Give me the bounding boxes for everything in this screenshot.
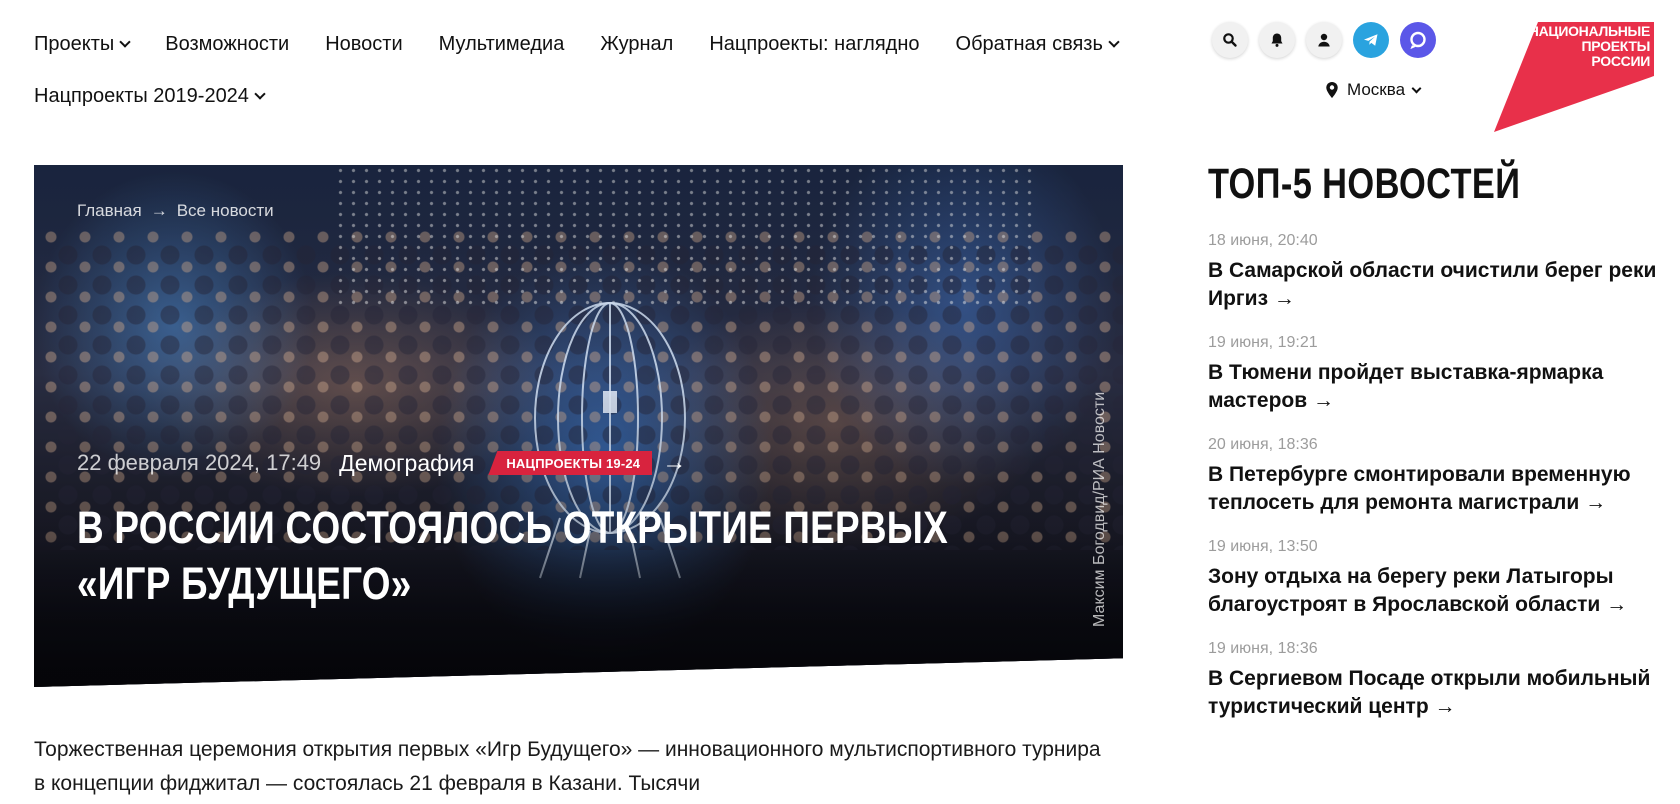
- nav-item-multimedia[interactable]: Мультимедиа: [439, 33, 565, 56]
- city-selector[interactable]: Москва: [1325, 80, 1422, 100]
- nav-item-feedback[interactable]: Обратная связь: [955, 32, 1120, 56]
- news-item[interactable]: 20 июня, 18:36 В Петербурге смонтировали…: [1208, 435, 1658, 517]
- news-title[interactable]: В Петербурге смонтировали временную тепл…: [1208, 461, 1658, 517]
- news-title[interactable]: В Тюмени пройдет выставка-ярмарка мастер…: [1208, 359, 1658, 415]
- breadcrumb: Главная → Все новости: [77, 201, 274, 221]
- news-date: 18 июня, 20:40: [1208, 232, 1318, 249]
- category-link[interactable]: Демография: [339, 450, 474, 477]
- news-date: 19 июня, 19:21: [1208, 334, 1318, 351]
- nav-item-label: Проекты: [34, 32, 115, 55]
- notifications-button[interactable]: [1259, 22, 1295, 58]
- nav-item-news[interactable]: Новости: [325, 33, 402, 56]
- news-item[interactable]: 19 июня, 19:21 В Тюмени пройдет выставка…: [1208, 333, 1658, 415]
- bell-icon: [1271, 33, 1283, 47]
- news-date: 19 июня, 13:50: [1208, 538, 1318, 555]
- nav-row-primary: Проекты Возможности Новости Мультимедиа …: [34, 26, 1144, 62]
- breadcrumb-home-link[interactable]: Главная: [77, 201, 142, 221]
- main-navigation: Проекты Возможности Новости Мультимедиа …: [34, 26, 1144, 114]
- chevron-down-icon: [119, 36, 131, 48]
- news-date: 20 июня, 18:36: [1208, 436, 1318, 453]
- nav-item-journal[interactable]: Журнал: [600, 33, 673, 56]
- news-title[interactable]: Зону отдыха на берегу реки Латыгоры благ…: [1208, 563, 1658, 619]
- location-pin-icon: [1326, 82, 1338, 98]
- nav-item-label: Нацпроекты: наглядно: [709, 32, 920, 55]
- header-icon-group: [1212, 22, 1436, 58]
- logo-wordmark: НАЦИОНАЛЬНЫЕ ПРОЕКТЫ РОССИИ: [1528, 23, 1651, 69]
- nav-item-visual[interactable]: Нацпроекты: наглядно: [709, 33, 919, 56]
- max-messenger-icon: [1410, 31, 1426, 50]
- arrow-right-icon[interactable]: →: [662, 449, 686, 477]
- news-item[interactable]: 18 июня, 20:40 В Самарской области очист…: [1208, 231, 1658, 313]
- search-button[interactable]: [1212, 22, 1248, 58]
- article-meta: 22 февраля 2024, 17:49 Демография НАЦПРО…: [77, 449, 686, 477]
- national-projects-logo[interactable]: НАЦИОНАЛЬНЫЕ ПРОЕКТЫ РОССИИ: [1494, 22, 1654, 132]
- article-lead: Торжественная церемония открытия первых …: [34, 738, 1101, 795]
- hero-banner: Главная → Все новости 22 февраля 2024, 1…: [34, 165, 1123, 687]
- search-icon: [1223, 33, 1237, 47]
- chevron-down-icon: [1411, 83, 1422, 93]
- nav-item-label: Новости: [325, 32, 403, 55]
- news-date: 19 июня, 18:36: [1208, 640, 1318, 657]
- news-title[interactable]: В Самарской области очистили берег реки …: [1208, 257, 1658, 313]
- nav-item-projects[interactable]: Проекты: [34, 32, 131, 56]
- news-title[interactable]: В Сергиевом Посаде открыли мобильный тур…: [1208, 665, 1658, 721]
- nav-item-label: Обратная связь: [955, 32, 1103, 55]
- max-messenger-button[interactable]: [1400, 22, 1436, 58]
- top-news-sidebar: ТОП-5 НОВОСТЕЙ 18 июня, 20:40 В Самарско…: [1208, 160, 1658, 741]
- telegram-button[interactable]: [1353, 22, 1389, 58]
- arrow-right-icon: →: [150, 201, 168, 220]
- news-item[interactable]: 19 июня, 18:36 В Сергиевом Посаде открыл…: [1208, 639, 1658, 721]
- nav-item-label: Возможности: [165, 32, 290, 55]
- nav-item-label: Журнал: [600, 32, 674, 55]
- nav-item-label: Мультимедиа: [438, 32, 565, 55]
- top-news-list: 18 июня, 20:40 В Самарской области очист…: [1208, 231, 1658, 721]
- breadcrumb-all-news-link[interactable]: Все новости: [177, 201, 274, 221]
- telegram-icon: [1364, 34, 1378, 46]
- article-date: 22 февраля 2024, 17:49: [77, 450, 322, 475]
- photo-credit: Максим Богодвид/РИА Новости: [1091, 391, 1108, 627]
- city-label: Москва: [1347, 80, 1406, 99]
- profile-button[interactable]: [1306, 22, 1342, 58]
- user-icon: [1318, 33, 1330, 47]
- news-item[interactable]: 19 июня, 13:50 Зону отдыха на берегу рек…: [1208, 537, 1658, 619]
- nav-item-natprojects-2019-2024[interactable]: Нацпроекты 2019-2024: [34, 84, 266, 108]
- chevron-down-icon: [1108, 36, 1120, 48]
- natprojects-badge[interactable]: НАЦПРОЕКТЫ 19-24: [488, 451, 653, 475]
- nav-item-label: Нацпроекты 2019-2024: [34, 84, 249, 107]
- nav-item-opportunities[interactable]: Возможности: [165, 33, 289, 56]
- article-title: В России состоялось открытие первых «Игр…: [77, 502, 949, 609]
- chevron-down-icon: [254, 88, 266, 100]
- nav-row-secondary: Нацпроекты 2019-2024: [34, 78, 1144, 114]
- top-news-title: ТОП-5 НОВОСТЕЙ: [1208, 160, 1521, 208]
